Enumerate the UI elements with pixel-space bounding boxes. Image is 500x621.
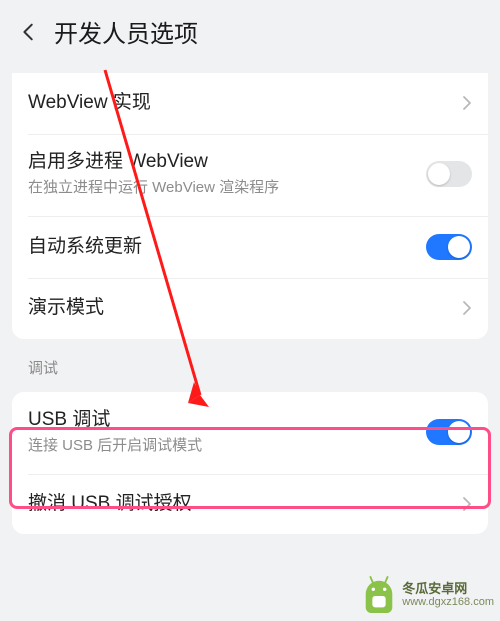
row-revoke-usb-auth[interactable]: 撤消 USB 调试授权 xyxy=(12,474,488,535)
header: 开发人员选项 xyxy=(0,0,500,67)
row-subtitle: 连接 USB 后开启调试模式 xyxy=(28,436,416,456)
row-title: 启用多进程 WebView xyxy=(28,150,416,175)
toggle-multiprocess-webview[interactable] xyxy=(426,161,472,187)
row-title: WebView 实现 xyxy=(28,91,452,116)
watermark: 冬瓜安卓网 www.dgxz168.com xyxy=(360,575,494,615)
settings-group-2: USB 调试 连接 USB 后开启调试模式 撤消 USB 调试授权 xyxy=(12,392,488,535)
android-logo-icon xyxy=(360,575,398,615)
row-usb-debugging[interactable]: USB 调试 连接 USB 后开启调试模式 xyxy=(12,392,488,474)
row-webview-impl[interactable]: WebView 实现 xyxy=(12,73,488,134)
row-multiprocess-webview[interactable]: 启用多进程 WebView 在独立进程中运行 WebView 渲染程序 xyxy=(12,134,488,216)
section-label-debug: 调试 xyxy=(0,339,500,386)
row-demo-mode[interactable]: 演示模式 xyxy=(12,278,488,339)
row-auto-system-update[interactable]: 自动系统更新 xyxy=(12,216,488,278)
settings-group-1: WebView 实现 启用多进程 WebView 在独立进程中运行 WebVie… xyxy=(12,73,488,339)
chevron-right-icon xyxy=(462,300,472,316)
chevron-right-icon xyxy=(462,496,472,512)
watermark-url: www.dgxz168.com xyxy=(402,596,494,609)
toggle-usb-debugging[interactable] xyxy=(426,419,472,445)
row-title: 撤消 USB 调试授权 xyxy=(28,492,452,517)
row-title: 演示模式 xyxy=(28,296,452,321)
page-title: 开发人员选项 xyxy=(54,14,198,49)
row-title: USB 调试 xyxy=(28,408,416,433)
back-icon[interactable] xyxy=(18,21,40,43)
row-subtitle: 在独立进程中运行 WebView 渲染程序 xyxy=(28,178,416,198)
watermark-name: 冬瓜安卓网 xyxy=(402,581,494,597)
chevron-right-icon xyxy=(462,95,472,111)
row-title: 自动系统更新 xyxy=(28,235,416,260)
toggle-auto-update[interactable] xyxy=(426,234,472,260)
